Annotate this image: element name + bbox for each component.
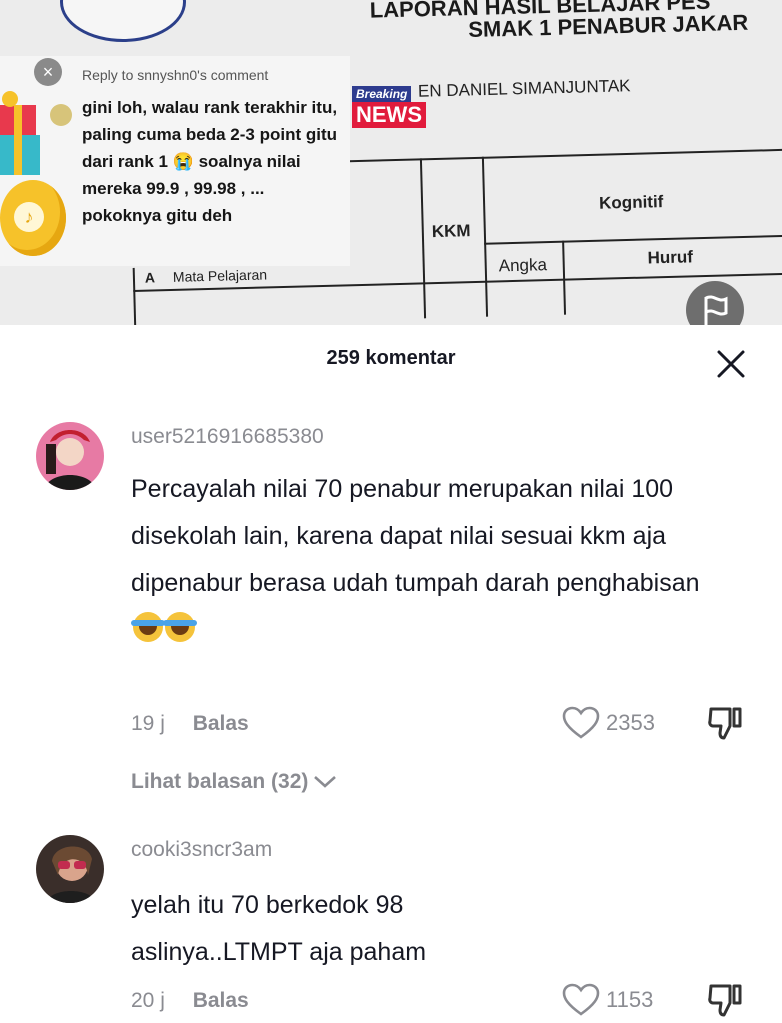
heart-icon	[562, 983, 600, 1016]
tears-of-joy-emoji-icon	[131, 612, 165, 642]
table-mapel-header: Mata Pelajaran	[172, 266, 268, 285]
comment-time: 20 j	[131, 989, 165, 1012]
breaking-news-sticker: Breaking NEWS	[352, 86, 444, 128]
table-kkm-header: KKM	[431, 221, 471, 242]
video-preview[interactable]: LAPORAN HASIL BELAJAR PES SMAK 1 PENABUR…	[0, 0, 782, 325]
comment-time: 19 j	[131, 712, 165, 735]
like-button[interactable]: 1153	[562, 983, 653, 1017]
reply-button[interactable]: Balas	[193, 712, 249, 735]
comment-meta: 19 j Balas	[131, 712, 249, 736]
chevron-down-icon	[314, 776, 337, 788]
table-kognitif-header: Kognitif	[598, 192, 664, 213]
table-huruf-header: Huruf	[647, 247, 694, 268]
commenter-avatar-icon	[50, 104, 72, 126]
like-count: 2353	[606, 710, 655, 735]
close-icon[interactable]	[714, 347, 748, 381]
comment-text: Percayalah nilai 70 penabur merupakan ni…	[131, 466, 731, 654]
table-col-a: A	[144, 269, 156, 286]
flag-icon[interactable]	[686, 281, 744, 325]
breaking-label: Breaking	[352, 86, 412, 102]
comment-username[interactable]: cooki3sncr3am	[131, 838, 272, 862]
reply-sticker-text: gini loh, walau rank terakhir itu, palin…	[82, 98, 338, 225]
comment-meta: 20 j Balas	[131, 989, 249, 1013]
view-replies-button[interactable]: Lihat balasan (32)	[131, 770, 338, 794]
dislike-icon[interactable]	[706, 704, 744, 742]
report-header: LAPORAN HASIL BELAJAR PES SMAK 1 PENABUR…	[369, 0, 782, 44]
like-button[interactable]: 2353	[562, 706, 655, 740]
close-icon[interactable]: ×	[34, 58, 62, 86]
school-logo	[60, 0, 186, 42]
table-angka-header: Angka	[498, 255, 548, 276]
avatar[interactable]	[36, 422, 104, 490]
avatar[interactable]	[36, 835, 104, 903]
reply-to-label: Reply to snnyshn0's comment	[82, 67, 269, 83]
comments-count-title: 259 komentar	[326, 347, 456, 369]
comment-username[interactable]: user5216916685380	[131, 425, 324, 449]
comments-sheet: 259 komentar user5216916685380 Percayala…	[0, 325, 782, 1023]
reply-button[interactable]: Balas	[193, 989, 249, 1012]
like-count: 1153	[606, 987, 654, 1012]
tears-of-joy-emoji-icon	[163, 612, 197, 642]
news-label: NEWS	[352, 102, 426, 128]
gift-icon[interactable]	[0, 85, 40, 180]
tiktok-coin-icon[interactable]: ♪	[0, 180, 66, 256]
student-name: EN DANIEL SIMANJUNTAK	[417, 76, 631, 101]
heart-icon	[562, 706, 600, 739]
dislike-icon[interactable]	[706, 981, 744, 1019]
comment-text: yelah itu 70 berkedok 98 aslinya..LTMPT …	[131, 891, 427, 966]
